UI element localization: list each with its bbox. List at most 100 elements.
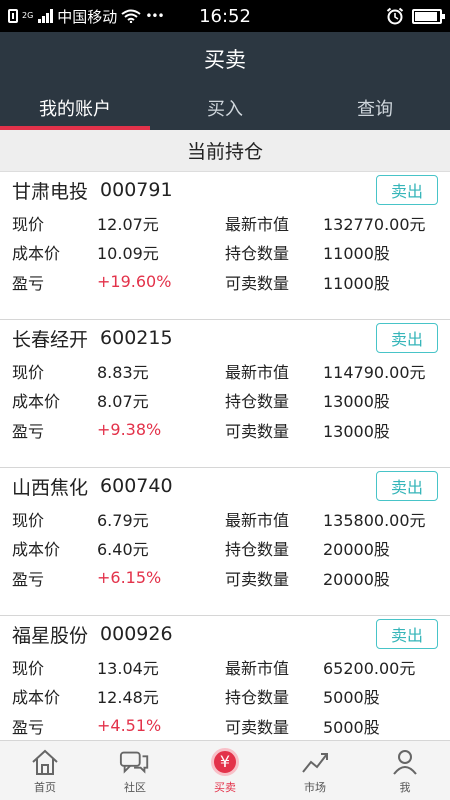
cost-price-value: 8.07元 (97, 392, 149, 412)
position-qty-label: 持仓数量 (225, 688, 290, 708)
holding-card: 山西焦化 600740 卖出 现价 6.79元 最新市值 135800.00元 … (0, 468, 450, 616)
market-value-value: 132770.00元 (323, 214, 426, 234)
position-qty-value: 11000股 (323, 244, 390, 264)
profit-loss-label: 盈亏 (12, 421, 45, 441)
current-price-label: 现价 (12, 362, 45, 382)
stock-name: 福星股份 (12, 624, 89, 647)
alarm-clock-icon (386, 7, 404, 25)
cost-price-label: 成本价 (12, 392, 61, 412)
cost-price-label: 成本价 (12, 540, 61, 560)
holding-row: 成本价 12.48元 持仓数量 5000股 (12, 682, 438, 712)
current-price-value: 13.04元 (97, 658, 159, 678)
tab-query[interactable]: 查询 (300, 86, 450, 130)
market-value-label: 最新市值 (225, 362, 290, 382)
bottom-nav: 首页 社区 ¥ 买卖 市场 我 (0, 740, 450, 800)
holding-row: 现价 12.07元 最新市值 132770.00元 (12, 208, 438, 238)
profit-loss-label: 盈亏 (12, 569, 45, 589)
sellable-qty-value: 13000股 (323, 421, 390, 441)
sell-button[interactable]: 卖出 (376, 471, 438, 501)
current-price-value: 6.79元 (97, 510, 149, 530)
yuan-coin-icon: ¥ (209, 747, 241, 777)
profit-loss-value: +9.38% (97, 420, 162, 440)
market-value-value: 65200.00元 (323, 658, 416, 678)
holding-card: 长春经开 600215 卖出 现价 8.83元 最新市值 114790.00元 … (0, 320, 450, 468)
holding-row: 现价 13.04元 最新市值 65200.00元 (12, 652, 438, 682)
cost-price-value: 6.40元 (97, 540, 149, 560)
nav-community[interactable]: 社区 (90, 741, 180, 800)
holdings-list: 甘肃电投 000791 卖出 现价 12.07元 最新市值 132770.00元… (0, 172, 450, 764)
current-price-label: 现价 (12, 510, 45, 530)
cost-price-value: 10.09元 (97, 244, 159, 264)
nav-label: 社区 (124, 780, 146, 794)
market-value-value: 114790.00元 (323, 362, 426, 382)
position-qty-value: 5000股 (323, 688, 380, 708)
stock-code: 000791 (100, 179, 173, 201)
position-qty-value: 13000股 (323, 392, 390, 412)
cost-price-label: 成本价 (12, 688, 61, 708)
sellable-qty-value: 20000股 (323, 569, 390, 589)
sell-button[interactable]: 卖出 (376, 619, 438, 649)
holding-row: 现价 6.79元 最新市值 135800.00元 (12, 504, 438, 534)
page-title: 买卖 (0, 32, 450, 86)
stock-code: 000926 (100, 623, 173, 645)
market-value-label: 最新市值 (225, 214, 290, 234)
current-price-label: 现价 (12, 658, 45, 678)
holding-row: 成本价 10.09元 持仓数量 11000股 (12, 238, 438, 268)
home-icon (29, 747, 61, 777)
nav-label: 市场 (304, 780, 326, 794)
holding-header: 长春经开 600215 (12, 320, 438, 356)
more-dots-icon: ••• (145, 9, 164, 23)
sellable-qty-label: 可卖数量 (225, 273, 290, 293)
sell-button[interactable]: 卖出 (376, 323, 438, 353)
battery-icon (412, 8, 445, 24)
market-value-label: 最新市值 (225, 510, 290, 530)
network-type: 2G (22, 11, 34, 20)
status-right (386, 7, 445, 25)
sim-card-icon (8, 9, 18, 23)
position-qty-label: 持仓数量 (225, 244, 290, 264)
nav-trade[interactable]: ¥ 买卖 (180, 741, 270, 800)
sellable-qty-value: 5000股 (323, 717, 380, 737)
holding-row: 盈亏 +4.51% 可卖数量 5000股 (12, 711, 438, 741)
signal-icon (38, 9, 54, 23)
sellable-qty-label: 可卖数量 (225, 717, 290, 737)
market-value-label: 最新市值 (225, 658, 290, 678)
holding-row: 现价 8.83元 最新市值 114790.00元 (12, 356, 438, 386)
nav-market[interactable]: 市场 (270, 741, 360, 800)
wifi-icon (121, 9, 141, 23)
cost-price-label: 成本价 (12, 244, 61, 264)
person-icon (389, 747, 421, 777)
stock-code: 600215 (100, 327, 173, 349)
status-left: 2G 中国移动 ••• (8, 6, 165, 27)
nav-label: 首页 (34, 780, 56, 794)
trend-chart-icon (299, 747, 331, 777)
position-qty-label: 持仓数量 (225, 540, 290, 560)
position-qty-value: 20000股 (323, 540, 390, 560)
status-bar: 2G 中国移动 ••• 16:52 (0, 0, 450, 32)
cost-price-value: 12.48元 (97, 688, 159, 708)
profit-loss-label: 盈亏 (12, 717, 45, 737)
sellable-qty-value: 11000股 (323, 273, 390, 293)
current-price-label: 现价 (12, 214, 45, 234)
current-price-value: 12.07元 (97, 214, 159, 234)
chat-bubbles-icon (119, 747, 151, 777)
holding-row: 成本价 8.07元 持仓数量 13000股 (12, 386, 438, 416)
tab-my-account[interactable]: 我的账户 (0, 86, 150, 130)
nav-me[interactable]: 我 (360, 741, 450, 800)
stock-code: 600740 (100, 475, 173, 497)
holding-row: 成本价 6.40元 持仓数量 20000股 (12, 534, 438, 564)
stock-name: 甘肃电投 (12, 180, 89, 203)
sell-button[interactable]: 卖出 (376, 175, 438, 205)
current-price-value: 8.83元 (97, 362, 149, 382)
section-title: 当前持仓 (0, 130, 450, 172)
profit-loss-value: +4.51% (97, 716, 162, 736)
profit-loss-value: +19.60% (97, 272, 172, 292)
tab-buy[interactable]: 买入 (150, 86, 300, 130)
carrier-name: 中国移动 (57, 7, 118, 26)
profit-loss-label: 盈亏 (12, 273, 45, 293)
sellable-qty-label: 可卖数量 (225, 421, 290, 441)
nav-home[interactable]: 首页 (0, 741, 90, 800)
holding-header: 山西焦化 600740 (12, 468, 438, 504)
holding-row: 盈亏 +6.15% 可卖数量 20000股 (12, 563, 438, 593)
holding-header: 福星股份 000926 (12, 616, 438, 652)
